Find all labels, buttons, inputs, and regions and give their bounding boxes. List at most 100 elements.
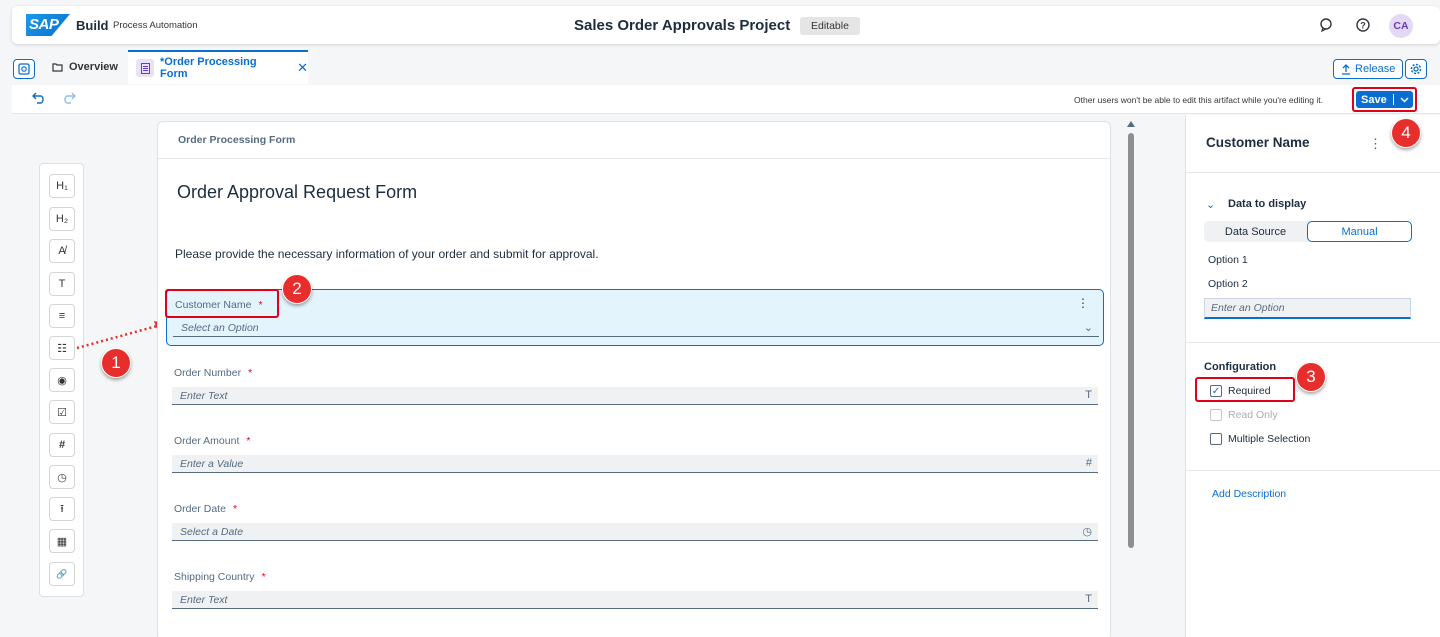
order-number-input[interactable]: Enter Text T <box>172 387 1098 405</box>
tab-overview-label: Overview <box>69 61 118 73</box>
checkbox-icon[interactable] <box>1210 433 1222 445</box>
order-date-input[interactable]: Select a Date ◷ <box>172 523 1098 541</box>
help-icon[interactable]: ? <box>1354 16 1372 34</box>
annotation-marker-4: 4 <box>1391 118 1421 148</box>
tab-row: Overview *Order Processing Form ✕ Releas… <box>0 50 1440 84</box>
calendar-icon: ◷ <box>1082 526 1092 538</box>
canvas-scrollbar[interactable] <box>1127 121 1135 637</box>
paragraph-style-icon[interactable]: A̸ <box>49 239 75 263</box>
field-order-number[interactable]: Order Number * Enter Text T <box>166 360 1104 410</box>
folder-icon <box>52 63 63 72</box>
data-source-segmented: Data Source Manual <box>1204 221 1412 242</box>
release-label: Release <box>1355 63 1396 75</box>
dropdown-list-icon[interactable]: ☷ <box>49 336 75 360</box>
settings-button[interactable] <box>1405 59 1427 79</box>
divider <box>1186 342 1440 343</box>
text-icon[interactable]: T <box>49 272 75 296</box>
upload-icon[interactable]: ⭱ <box>49 497 75 521</box>
canvas-header: Order Processing Form <box>158 122 1110 159</box>
table-icon[interactable]: ▦ <box>49 529 75 553</box>
save-highlight-box: Save <box>1352 87 1417 112</box>
option-item[interactable]: Option 1 <box>1208 254 1248 266</box>
form-canvas: Order Processing Form Order Approval Req… <box>157 121 1111 637</box>
field-label: Shipping Country * <box>174 571 266 583</box>
text-type-icon: T <box>1085 593 1092 605</box>
customer-name-select[interactable]: Select an Option ⌄ <box>173 319 1099 337</box>
field-order-amount[interactable]: Order Amount * Enter a Value # <box>166 428 1104 478</box>
form-doc-icon <box>136 59 154 77</box>
more-options-icon[interactable]: ⋮ <box>1077 296 1089 310</box>
new-option-input[interactable]: Enter an Option <box>1204 298 1411 319</box>
chevron-down-icon[interactable] <box>1400 96 1409 103</box>
required-highlight-box <box>1195 377 1295 402</box>
paragraph-icon[interactable]: ≡ <box>49 304 75 328</box>
customer-name-highlight-box <box>165 289 279 318</box>
text-type-icon: T <box>1085 389 1092 401</box>
more-options-icon[interactable]: ⋮ <box>1369 136 1382 152</box>
save-divider <box>1392 94 1394 105</box>
checkbox-icon <box>1210 409 1222 421</box>
tab-overview[interactable]: Overview <box>52 50 118 84</box>
avatar[interactable]: CA <box>1389 14 1413 38</box>
element-palette: H₁ H₂ A̸ T ≡ ☷ ◉ ☑ # ◷ ⭱ ▦ 🔗 <box>39 163 84 597</box>
read-only-checkbox: Read Only <box>1210 409 1278 421</box>
editor-toolbar: Other users won't be able to edit this a… <box>12 85 1440 114</box>
edit-lock-note: Other users won't be able to edit this a… <box>1074 95 1323 105</box>
release-button[interactable]: Release <box>1333 59 1404 79</box>
field-order-date[interactable]: Order Date * Select a Date ◷ <box>166 496 1104 546</box>
field-label: Order Amount * <box>174 435 251 447</box>
save-label: Save <box>1361 93 1387 106</box>
status-badge: Editable <box>800 17 860 35</box>
chevron-down-icon[interactable]: ⌄ <box>1206 198 1215 211</box>
redo-icon[interactable] <box>62 92 76 107</box>
field-label: Order Number * <box>174 367 253 379</box>
shipping-country-input[interactable]: Enter Text T <box>172 591 1098 609</box>
annotation-marker-3: 3 <box>1296 362 1326 392</box>
tab-active-label: *Order Processing Form <box>160 56 257 80</box>
number-type-icon: # <box>1085 457 1092 469</box>
radio-icon[interactable]: ◉ <box>49 368 75 392</box>
date-icon[interactable]: ◷ <box>49 465 75 489</box>
checkbox-label: Multiple Selection <box>1228 433 1311 445</box>
undo-icon[interactable] <box>32 92 46 107</box>
segment-manual[interactable]: Manual <box>1307 221 1412 242</box>
section-data-to-display[interactable]: Data to display <box>1228 198 1306 210</box>
field-shipping-country[interactable]: Shipping Country * Enter Text T <box>166 564 1104 614</box>
upload-icon <box>1342 63 1350 75</box>
gear-icon <box>1410 63 1422 75</box>
scroll-up-icon[interactable] <box>1127 121 1135 127</box>
svg-text:?: ? <box>1360 21 1366 31</box>
close-icon[interactable]: ✕ <box>297 60 308 76</box>
heading2-icon[interactable]: H₂ <box>49 207 75 231</box>
project-title: Sales Order Approvals Project <box>574 17 791 34</box>
divider <box>1186 470 1440 471</box>
form-title[interactable]: Order Approval Request Form <box>177 182 417 203</box>
form-description[interactable]: Please provide the necessary information… <box>175 247 599 261</box>
field-label: Order Date * <box>174 503 238 515</box>
checkbox-icon[interactable]: ☑ <box>49 400 75 424</box>
chevron-down-icon: ⌄ <box>1083 322 1093 334</box>
annotation-marker-1: 1 <box>101 348 131 378</box>
library-icon[interactable] <box>13 59 35 79</box>
checkbox-label: Read Only <box>1228 409 1278 421</box>
heading1-icon[interactable]: H₁ <box>49 174 75 198</box>
brand-name: Build <box>76 18 109 33</box>
configuration-title: Configuration <box>1204 361 1277 373</box>
feedback-icon[interactable] <box>1317 16 1335 34</box>
add-description-link[interactable]: Add Description <box>1212 488 1286 500</box>
option-item[interactable]: Option 2 <box>1208 278 1248 290</box>
sap-logo[interactable]: SAP <box>26 14 70 36</box>
link-icon[interactable]: 🔗 <box>49 562 75 586</box>
product-name: Process Automation <box>113 20 198 31</box>
annotation-marker-2: 2 <box>282 274 312 304</box>
number-icon[interactable]: # <box>49 433 75 457</box>
order-amount-input[interactable]: Enter a Value # <box>172 455 1098 473</box>
segment-data-source[interactable]: Data Source <box>1204 221 1307 242</box>
shell-bar: SAP Build Process Automation Sales Order… <box>12 6 1440 44</box>
panel-title: Customer Name <box>1206 135 1310 150</box>
multiple-selection-checkbox[interactable]: Multiple Selection <box>1210 433 1310 445</box>
scroll-thumb[interactable] <box>1128 133 1134 548</box>
tab-order-processing-form[interactable]: *Order Processing Form ✕ <box>128 50 308 84</box>
save-button[interactable]: Save <box>1356 91 1413 108</box>
divider <box>1186 172 1440 173</box>
